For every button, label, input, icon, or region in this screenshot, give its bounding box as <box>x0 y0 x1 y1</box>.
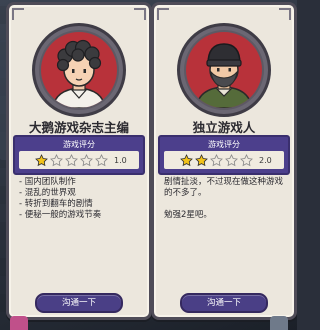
score-panel: 游戏评分 1.0 <box>13 135 145 175</box>
comment-line: 转折到翻车的剧情 <box>19 199 141 210</box>
card-corner-decoration <box>134 8 146 20</box>
star-filled-icon <box>180 153 193 166</box>
comment-line: 国内团队制作 <box>19 177 141 188</box>
star-empty-icon <box>240 153 253 166</box>
review-comment: 剧情扯淡，不过现在做这种游戏的不多了。 勉强2星吧。 <box>164 177 286 221</box>
score-label: 游戏评分 <box>63 140 95 149</box>
card-corner-decoration <box>12 8 24 20</box>
card-corner-decoration <box>279 8 291 20</box>
score-value: 1.0 <box>114 155 127 165</box>
star-empty-icon <box>80 153 93 166</box>
star-empty-icon <box>65 153 78 166</box>
curly-hair-reviewer-avatar <box>41 32 117 108</box>
communicate-button[interactable]: 沟通一下 <box>180 293 268 313</box>
star-filled-icon <box>35 153 48 166</box>
star-empty-icon <box>50 153 63 166</box>
star-empty-icon <box>225 153 238 166</box>
review-comment: 国内团队制作 混乱的世界观 转折到翻车的剧情 便秘一般的游戏节奏 <box>19 177 141 221</box>
score-panel: 游戏评分 2.0 <box>158 135 290 175</box>
reviewer-portrait-frame <box>177 23 271 117</box>
star-empty-icon <box>210 153 223 166</box>
comment-paragraph: 勉强2星吧。 <box>164 210 212 220</box>
reviewer-name: 独立游戏人 <box>192 120 256 135</box>
bottom-bar-icon[interactable] <box>270 316 288 330</box>
star-empty-icon <box>95 153 108 166</box>
comment-line: 混乱的世界观 <box>19 188 141 199</box>
score-label: 游戏评分 <box>208 140 240 149</box>
beanie-bearded-reviewer-avatar <box>186 32 262 108</box>
communicate-button[interactable]: 沟通一下 <box>35 293 123 313</box>
card-corner-decoration <box>157 8 169 20</box>
star-filled-icon <box>195 153 208 166</box>
reviewer-portrait-frame <box>32 23 126 117</box>
bottom-bar-icon[interactable] <box>10 316 28 330</box>
reviewer-card-1: 大鹅游戏杂志主编 游戏评分 1.0 国内团队制作 混乱的世界观 转折到翻车的剧情… <box>6 2 152 320</box>
star-rating: 2.0 <box>164 151 284 169</box>
comment-line: 便秘一般的游戏节奏 <box>19 210 141 221</box>
score-value: 2.0 <box>259 155 272 165</box>
star-rating: 1.0 <box>19 151 139 169</box>
comment-paragraph: 剧情扯淡，不过现在做这种游戏的不多了。 <box>164 177 284 198</box>
reviewer-card-2: 独立游戏人 游戏评分 2.0 剧情扯淡，不过现在做这种游戏的不多了。 勉强2星吧… <box>151 2 297 320</box>
reviewer-name: 大鹅游戏杂志主编 <box>28 120 129 135</box>
